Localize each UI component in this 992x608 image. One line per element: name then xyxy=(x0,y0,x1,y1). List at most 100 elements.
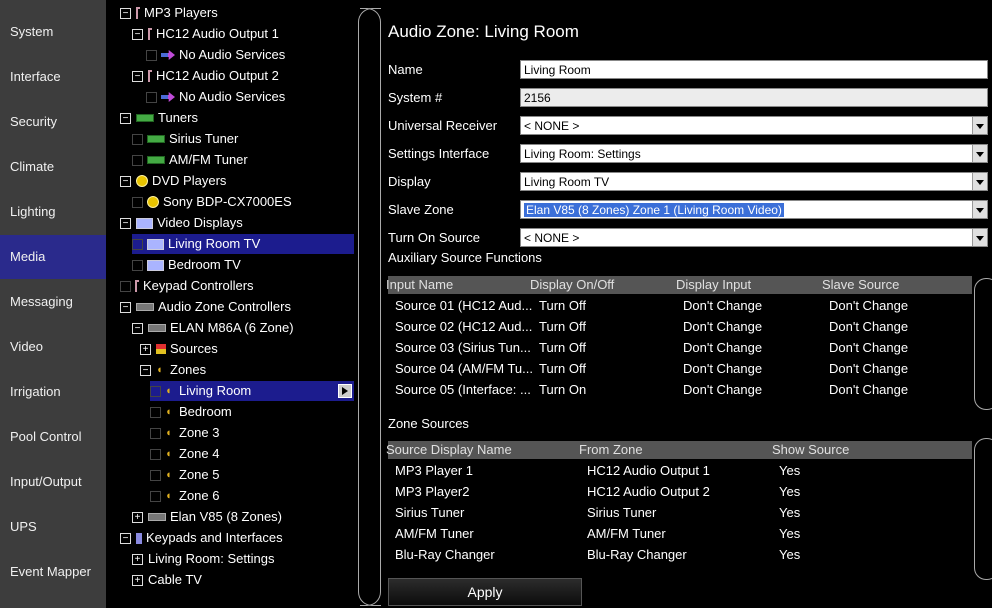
table-row[interactable]: Blu-Ray Changer Blu-Ray Changer Yes xyxy=(388,545,972,565)
sidebar-item-system[interactable]: System xyxy=(0,10,106,54)
tree-item[interactable]: + Elan V85 (8 Zones) xyxy=(132,507,282,527)
tree-item[interactable]: ◖ Zone 3 xyxy=(150,423,219,443)
chevron-down-icon[interactable] xyxy=(972,145,987,162)
tree-item[interactable]: + Cable TV xyxy=(132,570,202,590)
sidebar-item-event-mapper[interactable]: Event Mapper xyxy=(0,550,106,594)
tree-item[interactable]: ◖ Zone 5 xyxy=(150,465,219,485)
chevron-down-icon[interactable] xyxy=(972,173,987,190)
table-row[interactable]: Sirius Tuner Sirius Tuner Yes xyxy=(388,503,972,523)
collapse-icon[interactable]: − xyxy=(120,301,131,313)
tree-checkbox[interactable] xyxy=(132,154,143,166)
sidebar-item-climate[interactable]: Climate xyxy=(0,145,106,189)
collapse-icon[interactable]: − xyxy=(140,364,151,376)
tree-item[interactable]: + Sources xyxy=(140,339,218,359)
tree-checkbox[interactable] xyxy=(150,406,161,418)
sidebar-item-video[interactable]: Video xyxy=(0,325,106,369)
tree-item[interactable]: ◖ Zone 6 xyxy=(150,486,219,506)
tree-checkbox[interactable] xyxy=(150,490,161,502)
expand-icon[interactable]: + xyxy=(140,343,151,355)
tree-item[interactable]: ◖ Living Room xyxy=(150,381,354,401)
collapse-icon[interactable]: − xyxy=(132,322,143,334)
select-field[interactable]: Living Room: Settings xyxy=(520,144,988,163)
tree-item[interactable]: − Keypads and Interfaces xyxy=(120,528,283,548)
tree-checkbox[interactable] xyxy=(120,280,131,292)
tree-item[interactable]: No Audio Services xyxy=(146,87,285,107)
text-field[interactable]: 2156 xyxy=(520,88,988,107)
tree-checkbox[interactable] xyxy=(150,385,161,397)
sidebar-item-messaging[interactable]: Messaging xyxy=(0,280,106,324)
column-header[interactable]: Display Input xyxy=(676,276,751,294)
tree-checkbox[interactable] xyxy=(150,448,161,460)
table-row[interactable]: Source 02 (HC12 Aud... Turn Off Don't Chan… xyxy=(388,317,972,337)
collapse-icon[interactable]: − xyxy=(120,175,131,187)
sidebar-item-lighting[interactable]: Lighting xyxy=(0,190,106,234)
tree-item[interactable]: ◖ Bedroom xyxy=(150,402,232,422)
tree-item[interactable]: − ELAN M86A (6 Zone) xyxy=(132,318,294,338)
tree-item[interactable]: − Tuners xyxy=(120,108,198,128)
tree-item[interactable]: + Living Room: Settings xyxy=(132,549,274,569)
tree-item[interactable]: − HC12 Audio Output 2 xyxy=(132,66,279,86)
table-row[interactable]: Source 03 (Sirius Tun... Turn Off Don't Ch… xyxy=(388,338,972,358)
table-row[interactable]: MP3 Player2 HC12 Audio Output 2 Yes xyxy=(388,482,972,502)
tree-checkbox[interactable] xyxy=(146,49,157,61)
column-header[interactable]: Source Display Name xyxy=(386,441,512,459)
text-field[interactable]: Living Room xyxy=(520,60,988,79)
select-field[interactable]: < NONE > xyxy=(520,116,988,135)
tree-item[interactable]: No Audio Services xyxy=(146,45,285,65)
tree-item[interactable]: AM/FM Tuner xyxy=(132,150,248,170)
tree-item[interactable]: − Audio Zone Controllers xyxy=(120,297,291,317)
column-header[interactable]: Display On/Off xyxy=(530,276,614,294)
sidebar-item-security[interactable]: Security xyxy=(0,100,106,144)
sidebar-item-pool-control[interactable]: Pool Control xyxy=(0,415,106,459)
column-header[interactable]: Show Source xyxy=(772,441,849,459)
select-field[interactable]: < NONE > xyxy=(520,228,988,247)
collapse-icon[interactable]: − xyxy=(120,217,131,229)
tree-item[interactable]: Sony BDP-CX7000ES xyxy=(132,192,292,212)
tree-item[interactable]: − DVD Players xyxy=(120,171,226,191)
sidebar-item-interface[interactable]: Interface xyxy=(0,55,106,99)
sidebar-item-input-output[interactable]: Input/Output xyxy=(0,460,106,504)
play-icon[interactable] xyxy=(338,384,352,398)
column-header[interactable]: Slave Source xyxy=(822,276,899,294)
tree-checkbox[interactable] xyxy=(150,469,161,481)
tree-item[interactable]: Sirius Tuner xyxy=(132,129,238,149)
expand-icon[interactable]: + xyxy=(132,553,143,565)
tree-item[interactable]: − MP3 Players xyxy=(120,3,218,23)
sidebar-item-ups[interactable]: UPS xyxy=(0,505,106,549)
tree-checkbox[interactable] xyxy=(132,133,143,145)
tree-checkbox[interactable] xyxy=(150,427,161,439)
chevron-down-icon[interactable] xyxy=(972,229,987,246)
select-field[interactable]: Living Room TV xyxy=(520,172,988,191)
tree-item[interactable]: Living Room TV xyxy=(132,234,354,254)
column-header[interactable]: Input Name xyxy=(386,276,453,294)
collapse-icon[interactable]: − xyxy=(132,70,143,82)
chevron-down-icon[interactable] xyxy=(972,117,987,134)
tree-checkbox[interactable] xyxy=(132,238,143,250)
tree-item[interactable]: Bedroom TV xyxy=(132,255,241,275)
sidebar-item-irrigation[interactable]: Irrigation xyxy=(0,370,106,414)
chevron-down-icon[interactable] xyxy=(972,201,987,218)
tree-item[interactable]: − HC12 Audio Output 1 xyxy=(132,24,279,44)
tree-checkbox[interactable] xyxy=(146,91,157,103)
expand-icon[interactable]: + xyxy=(132,511,143,523)
tree-checkbox[interactable] xyxy=(132,259,143,271)
collapse-icon[interactable]: − xyxy=(120,112,131,124)
tree-item[interactable]: − ◖ Zones xyxy=(140,360,206,380)
tree-item[interactable]: Keypad Controllers xyxy=(120,276,254,296)
column-header[interactable]: From Zone xyxy=(579,441,643,459)
table-row[interactable]: MP3 Player 1 HC12 Audio Output 1 Yes xyxy=(388,461,972,481)
table-row[interactable]: AM/FM Tuner AM/FM Tuner Yes xyxy=(388,524,972,544)
table-row[interactable]: Source 05 (Interface: ... Turn On Don't Ch… xyxy=(388,380,972,400)
tree-checkbox[interactable] xyxy=(132,196,143,208)
table-row[interactable]: Source 01 (HC12 Aud... Turn Off Don't Chan… xyxy=(388,296,972,316)
sidebar-item-media[interactable]: Media xyxy=(0,235,106,279)
expand-icon[interactable]: + xyxy=(132,574,143,586)
apply-button[interactable]: Apply xyxy=(388,578,582,606)
collapse-icon[interactable]: − xyxy=(120,532,131,544)
tree-item[interactable]: − Video Displays xyxy=(120,213,243,233)
table-row[interactable]: Source 04 (AM/FM Tu... Turn Off Don't Chan… xyxy=(388,359,972,379)
collapse-icon[interactable]: − xyxy=(132,28,143,40)
collapse-icon[interactable]: − xyxy=(120,7,131,19)
tree-item[interactable]: ◖ Zone 4 xyxy=(150,444,219,464)
select-field[interactable]: Elan V85 (8 Zones) Zone 1 (Living Room V… xyxy=(520,200,988,219)
